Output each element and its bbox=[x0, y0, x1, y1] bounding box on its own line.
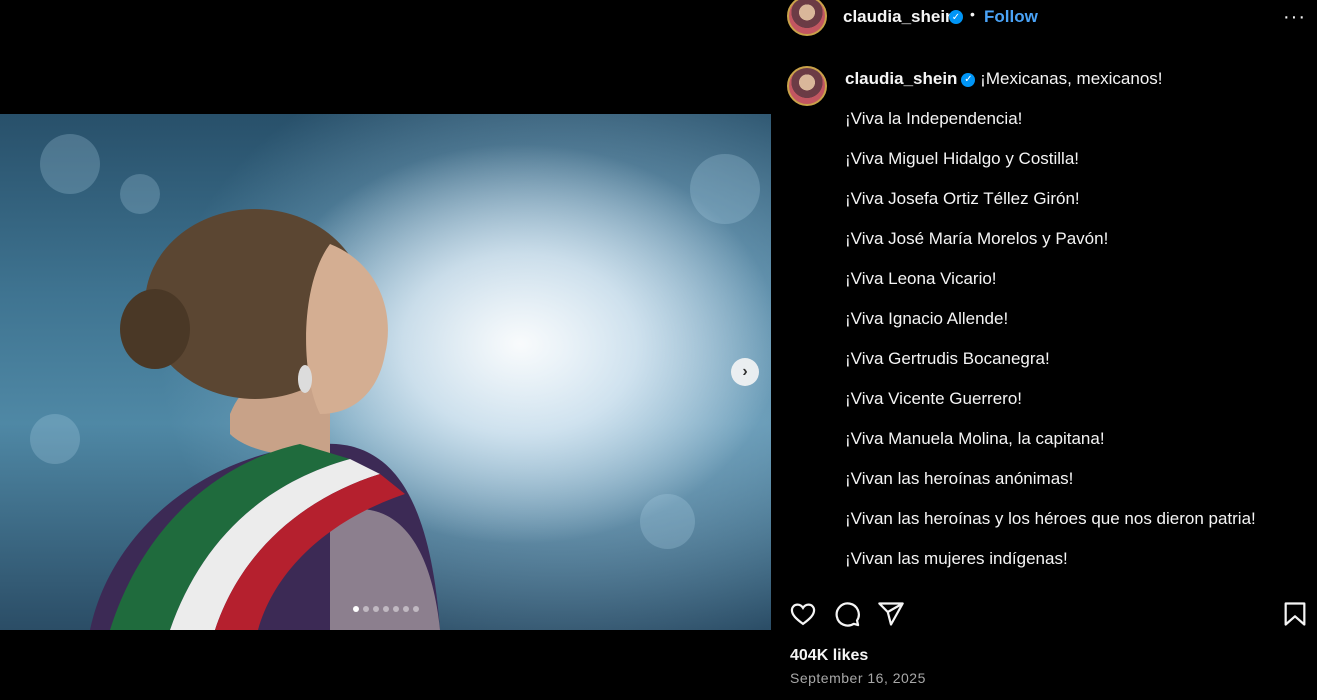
caption-line: ¡Viva Ignacio Allende! bbox=[845, 309, 1009, 328]
verified-badge-icon: ✓ bbox=[961, 72, 976, 87]
header-username[interactable]: claudia_shein bbox=[843, 7, 955, 27]
post-header: claudia_shein ✓ • Follow ··· bbox=[771, 0, 1317, 36]
verified-badge-icon: ✓ bbox=[949, 10, 963, 24]
likes-count[interactable]: 404K likes bbox=[790, 647, 868, 665]
caption-line: ¡Vivan las heroínas anónimas! bbox=[845, 469, 1074, 488]
caption-line: ¡Viva Manuela Molina, la capitana! bbox=[845, 429, 1105, 448]
carousel-dot bbox=[392, 606, 399, 612]
caption-line: ¡Viva Miguel Hidalgo y Costilla! bbox=[845, 149, 1080, 168]
post-date[interactable]: September 16, 2025 bbox=[790, 670, 926, 686]
carousel-dot bbox=[402, 606, 409, 612]
caption-username[interactable]: claudia_shein bbox=[845, 69, 957, 88]
caption-line: ¡Viva José María Morelos y Pavón! bbox=[845, 229, 1109, 248]
caption-header: claudia_shein ✓ ¡Mexicanas, mexicanos! bbox=[845, 68, 1305, 90]
next-photo-button[interactable]: › bbox=[731, 358, 759, 386]
avatar[interactable] bbox=[787, 0, 827, 36]
carousel-dot bbox=[412, 606, 419, 612]
caption-avatar[interactable] bbox=[787, 66, 827, 106]
more-options-icon[interactable]: ··· bbox=[1283, 6, 1306, 29]
carousel-dot bbox=[362, 606, 369, 612]
heart-icon[interactable] bbox=[789, 600, 817, 633]
follow-button[interactable]: Follow bbox=[984, 7, 1038, 27]
bookmark-icon[interactable] bbox=[1281, 600, 1309, 633]
separator-dot: • bbox=[970, 6, 975, 22]
caption-line: ¡Viva la Independencia! bbox=[845, 109, 1023, 128]
caption-line: ¡Vivan las heroínas y los héroes que nos… bbox=[845, 509, 1256, 528]
media-viewer: › bbox=[0, 0, 771, 700]
send-icon[interactable] bbox=[877, 600, 905, 633]
caption: claudia_shein ✓ ¡Mexicanas, mexicanos! ¡V… bbox=[845, 68, 1305, 570]
caption-line: ¡Viva Gertrudis Bocanegra! bbox=[845, 349, 1050, 368]
person-silhouette bbox=[90, 209, 440, 630]
caption-line: ¡Viva Josefa Ortiz Téllez Girón! bbox=[845, 189, 1080, 208]
comment-icon[interactable] bbox=[833, 600, 861, 633]
action-bar bbox=[789, 600, 1309, 634]
caption-line: ¡Viva Vicente Guerrero! bbox=[845, 389, 1023, 408]
carousel-indicator bbox=[0, 606, 771, 612]
carousel-dot bbox=[372, 606, 379, 612]
caption-line: ¡Viva Leona Vicario! bbox=[845, 269, 997, 288]
caption-line: ¡Vivan las mujeres indígenas! bbox=[845, 549, 1068, 568]
carousel-dot bbox=[382, 606, 389, 612]
carousel-dot bbox=[352, 606, 359, 612]
caption-first-line: ¡Mexicanas, mexicanos! bbox=[980, 69, 1163, 88]
chevron-right-icon: › bbox=[742, 363, 748, 380]
post-photo[interactable] bbox=[0, 114, 771, 630]
post-details-panel: claudia_shein ✓ • Follow ··· claudia_she… bbox=[771, 0, 1317, 700]
caption-body: ¡Viva la Independencia! ¡Viva Miguel Hida… bbox=[845, 108, 1305, 570]
